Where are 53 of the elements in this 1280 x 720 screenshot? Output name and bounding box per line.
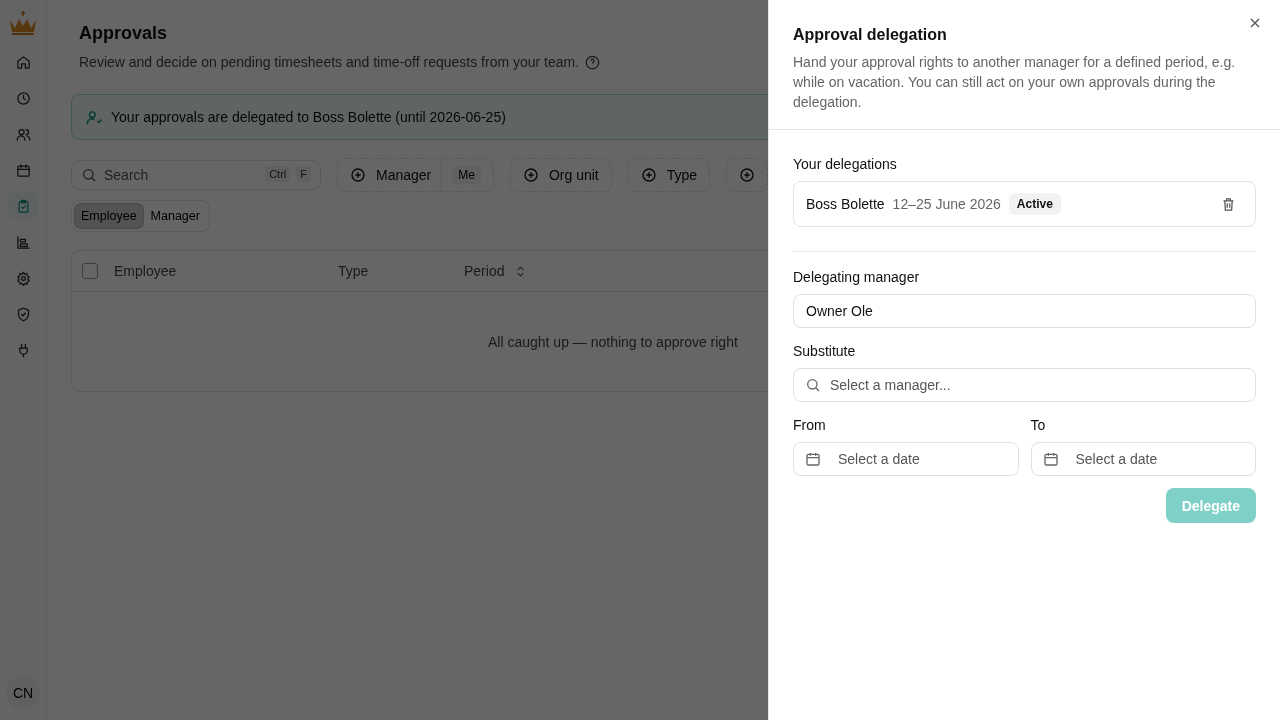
select-all-checkbox[interactable]	[82, 263, 98, 279]
user-check-icon	[86, 108, 103, 126]
users-icon	[15, 126, 31, 142]
field-label: Delegating manager	[793, 269, 921, 285]
banner-text: Your approvals are delegated to Boss Bolette (until 2026-06-25)	[111, 109, 506, 125]
clipboard-check-icon	[15, 198, 31, 214]
search-icon	[81, 167, 97, 183]
filter-button[interactable]: Type	[627, 158, 711, 192]
column-header: Period	[464, 263, 505, 279]
home-icon	[15, 54, 31, 70]
field-label: Substitute	[793, 343, 857, 359]
clock-icon	[15, 90, 31, 106]
shortcut-key: F	[296, 166, 311, 182]
plus-circle-icon	[522, 167, 539, 183]
calendar-icon	[1042, 451, 1059, 467]
search-field[interactable]: Select a manager...	[793, 368, 1256, 402]
shortcut-key: Ctrl	[265, 166, 291, 182]
plus-circle-icon	[350, 167, 366, 183]
field-label: From	[793, 417, 827, 433]
filter-button[interactable]	[726, 158, 769, 192]
calendar-icon	[15, 162, 31, 178]
date-field[interactable]: Select a date	[793, 442, 1019, 476]
search-icon	[805, 377, 821, 393]
drawer-title: Approval delegation	[793, 26, 948, 44]
toggle-option[interactable]: Manager	[144, 204, 206, 228]
crown-logo-icon	[7, 10, 39, 38]
drawer-description: Hand your approval rights to another manager for a defined period, e.g. while on vacation. You can still act on your own approvals during the delegation.	[793, 53, 1237, 112]
input-field[interactable]: Owner Ole	[793, 294, 1256, 328]
date-field[interactable]: Select a date	[1030, 442, 1256, 476]
page-subtitle: Review and decide on pending timesheets and time-off requests from your team.	[79, 54, 580, 70]
filter-button[interactable]: Org unit	[509, 158, 612, 192]
delegate-name: Boss Bolette	[806, 196, 885, 212]
page-title: Approvals	[79, 23, 168, 44]
empty-state-text: All caught up — nothing to approve right	[488, 334, 738, 350]
column-header: Employee	[114, 263, 177, 279]
filter-value: Me	[452, 166, 481, 184]
plus-circle-icon	[739, 167, 756, 183]
user-avatar[interactable]: CN	[6, 676, 40, 710]
shield-check-icon	[15, 306, 31, 322]
toggle-option[interactable]: Employee	[75, 204, 143, 228]
calendar-icon	[805, 451, 821, 467]
delete-icon[interactable]	[1221, 196, 1236, 212]
field-label: To	[1030, 417, 1047, 433]
section-title: Your delegations	[793, 156, 898, 172]
settings-icon	[15, 270, 31, 286]
filter-button[interactable]: Manager Me	[337, 158, 494, 192]
column-header: Type	[338, 263, 369, 279]
delegation-period: 12–25 June 2026	[892, 196, 1001, 212]
plus-circle-icon	[640, 167, 657, 183]
status-badge: Active	[1008, 193, 1061, 215]
help-icon[interactable]	[585, 54, 601, 70]
chart-icon	[15, 234, 31, 250]
nav-item[interactable]	[8, 192, 38, 220]
